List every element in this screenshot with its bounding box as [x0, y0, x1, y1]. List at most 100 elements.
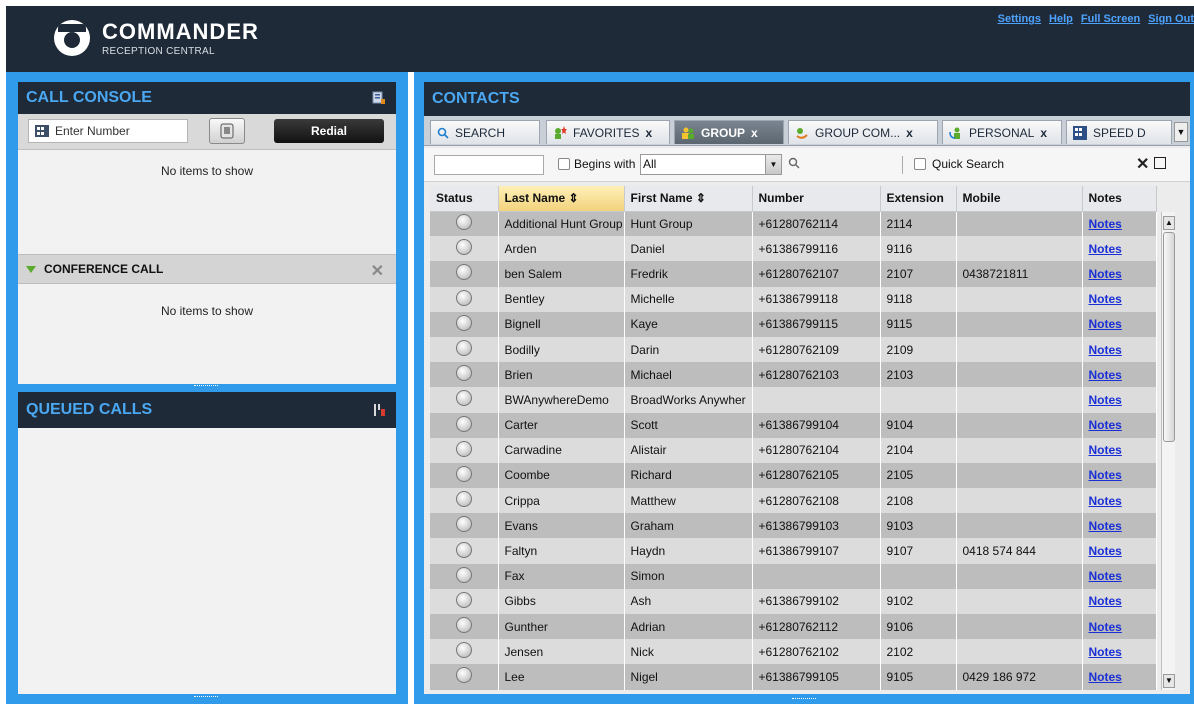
tab-favorites-close[interactable]: x: [645, 126, 652, 140]
bottom-resize-grip[interactable]: [194, 696, 218, 699]
table-row[interactable]: Brien Michael +61280762103 2103 Notes: [430, 362, 1157, 388]
notes-link[interactable]: Notes: [1089, 569, 1122, 583]
table-row[interactable]: Fax Simon Notes: [430, 563, 1157, 589]
col-first-name[interactable]: First Name ⇕: [624, 186, 753, 212]
table-row[interactable]: Gunther Adrian +61280762112 9106 Notes: [430, 614, 1157, 640]
table-row[interactable]: Evans Graham +61386799103 9103 Notes: [430, 513, 1157, 539]
table-row[interactable]: Bentley Michelle +61386799118 9118 Notes: [430, 286, 1157, 312]
call-console-options-icon[interactable]: [372, 91, 386, 105]
table-row[interactable]: Gibbs Ash +61386799102 9102 Notes: [430, 588, 1157, 614]
conference-call-bar[interactable]: CONFERENCE CALL ✕: [18, 254, 396, 284]
presence-status-icon[interactable]: [455, 617, 472, 634]
presence-status-icon[interactable]: [455, 365, 472, 382]
quick-search-option[interactable]: Quick Search: [914, 157, 1004, 171]
tab-favorites[interactable]: FAVORITES x: [546, 120, 670, 144]
notes-link[interactable]: Notes: [1089, 418, 1122, 432]
conference-close-icon[interactable]: ✕: [371, 261, 384, 281]
redial-button[interactable]: Redial: [274, 119, 384, 143]
collapse-triangle-icon[interactable]: [26, 265, 36, 273]
presence-status-icon[interactable]: [455, 314, 472, 331]
presence-status-icon[interactable]: [455, 591, 472, 608]
tab-search[interactable]: SEARCH: [430, 120, 540, 144]
popout-window-icon[interactable]: [1154, 157, 1166, 169]
tab-group-common-close[interactable]: x: [906, 126, 913, 140]
notes-link[interactable]: Notes: [1089, 242, 1122, 256]
filter-search-input[interactable]: [434, 155, 544, 175]
notes-link[interactable]: Notes: [1089, 393, 1122, 407]
table-row[interactable]: Coombe Richard +61280762105 2105 Notes: [430, 462, 1157, 489]
table-row[interactable]: Bignell Kaye +61386799115 9115 Notes: [430, 311, 1157, 337]
begins-with-option[interactable]: Begins with: [558, 157, 635, 171]
scroll-down-icon[interactable]: ▼: [1163, 674, 1175, 688]
begins-with-checkbox[interactable]: [558, 158, 570, 170]
table-row[interactable]: Carter Scott +61386799104 9104 Notes: [430, 412, 1157, 438]
presence-status-icon[interactable]: [455, 264, 472, 281]
notes-link[interactable]: Notes: [1089, 468, 1122, 482]
notes-link[interactable]: Notes: [1089, 594, 1122, 608]
enter-number-field[interactable]: Enter Number: [28, 119, 188, 143]
notes-link[interactable]: Notes: [1089, 317, 1122, 331]
presence-status-icon[interactable]: [455, 541, 472, 558]
full-screen-link[interactable]: Full Screen: [1081, 13, 1140, 25]
notes-link[interactable]: Notes: [1089, 343, 1122, 357]
table-row[interactable]: Carwadine Alistair +61280762104 2104 Notes: [430, 437, 1157, 463]
table-row[interactable]: Bodilly Darin +61280762109 2109 Notes: [430, 336, 1157, 363]
notes-link[interactable]: Notes: [1089, 544, 1122, 558]
notes-link[interactable]: Notes: [1089, 368, 1122, 382]
presence-status-icon[interactable]: [455, 516, 472, 533]
table-row[interactable]: Additional Hunt Group Hunt Group +61280762…: [430, 211, 1157, 237]
sort-icon[interactable]: ⇕: [696, 191, 706, 205]
notes-link[interactable]: Notes: [1089, 292, 1122, 306]
dial-phone-button[interactable]: [209, 118, 245, 144]
table-row[interactable]: Jensen Nick +61280762102 2102 Notes: [430, 639, 1157, 665]
presence-status-icon[interactable]: [455, 415, 472, 432]
col-last-name[interactable]: Last Name ⇕: [498, 186, 625, 212]
table-row[interactable]: ben Salem Fredrik +61280762107 2107 04387218…: [430, 261, 1157, 287]
col-number[interactable]: Number: [752, 186, 881, 212]
presence-status-icon[interactable]: [455, 642, 472, 659]
col-mobile[interactable]: Mobile: [956, 186, 1083, 212]
presence-status-icon[interactable]: [455, 214, 472, 231]
notes-link[interactable]: Notes: [1089, 267, 1122, 281]
filter-field-select[interactable]: All ▼: [640, 154, 782, 175]
quick-search-checkbox[interactable]: [914, 158, 926, 170]
chevron-down-icon[interactable]: ▼: [765, 155, 781, 174]
tab-speed-dial[interactable]: SPEED D: [1066, 120, 1172, 144]
tab-scroll-down-icon[interactable]: ▼: [1174, 122, 1188, 142]
table-row[interactable]: Arden Daniel +61386799116 9116 Notes: [430, 236, 1157, 262]
table-row[interactable]: Crippa Matthew +61280762108 2108 Notes: [430, 488, 1157, 514]
notes-link[interactable]: Notes: [1089, 645, 1122, 659]
presence-status-icon[interactable]: [455, 667, 472, 684]
table-scrollbar[interactable]: ▲ ▼: [1161, 212, 1175, 690]
table-row[interactable]: Lee Nigel +61386799105 9105 0429 186 972 Note…: [430, 664, 1157, 690]
close-filter-icon[interactable]: ✕: [1136, 154, 1149, 174]
sort-icon[interactable]: ⇕: [569, 191, 579, 205]
col-extension[interactable]: Extension: [880, 186, 957, 212]
presence-status-icon[interactable]: [455, 289, 472, 306]
presence-status-icon[interactable]: [455, 465, 472, 482]
presence-status-icon[interactable]: [455, 491, 472, 508]
notes-link[interactable]: Notes: [1089, 494, 1122, 508]
help-link[interactable]: Help: [1049, 13, 1073, 25]
notes-link[interactable]: Notes: [1089, 670, 1122, 684]
presence-status-icon[interactable]: [455, 440, 472, 457]
tab-group-close[interactable]: x: [751, 126, 758, 140]
panel-resize-grip[interactable]: [194, 385, 218, 388]
presence-status-icon[interactable]: [455, 566, 472, 583]
notes-link[interactable]: Notes: [1089, 217, 1122, 231]
tab-group-common[interactable]: GROUP COM... x: [788, 120, 938, 144]
queue-tools-icon[interactable]: [372, 403, 386, 417]
table-row[interactable]: BWAnywhereDemo BroadWorks Anywher Notes: [430, 387, 1157, 413]
notes-link[interactable]: Notes: [1089, 620, 1122, 634]
col-status[interactable]: Status: [430, 186, 499, 212]
notes-link[interactable]: Notes: [1089, 519, 1122, 533]
filter-search-icon[interactable]: [788, 157, 800, 172]
scroll-up-icon[interactable]: ▲: [1163, 216, 1175, 230]
contacts-resize-grip[interactable]: [792, 698, 816, 701]
settings-link[interactable]: Settings: [998, 13, 1041, 25]
tab-personal[interactable]: PERSONAL x: [942, 120, 1062, 144]
sign-out-link[interactable]: Sign Out: [1148, 13, 1194, 25]
tab-personal-close[interactable]: x: [1040, 126, 1047, 140]
presence-status-icon[interactable]: [455, 239, 472, 256]
table-row[interactable]: Faltyn Haydn +61386799107 9107 0418 574 844 N…: [430, 538, 1157, 564]
